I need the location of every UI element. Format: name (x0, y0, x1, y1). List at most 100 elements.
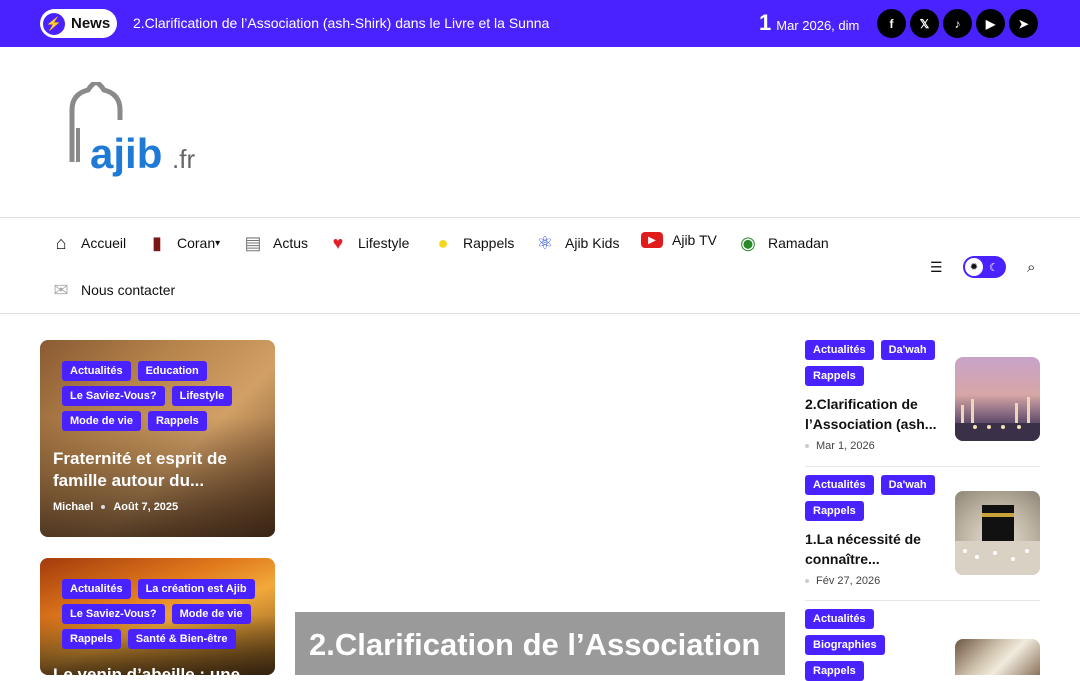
nav-label: Rappels (463, 235, 515, 251)
menu-icon[interactable]: ☰ (930, 260, 944, 274)
author-name[interactable]: Michael (53, 501, 93, 513)
article-title[interactable]: Le venin d’abeille : une... (53, 664, 263, 675)
dark-mode-toggle[interactable]: ✹ ☾ (963, 256, 1006, 278)
featured-article[interactable]: 2.Clarification de l’Association (295, 612, 785, 675)
chevron-down-icon: ▾ (215, 237, 221, 249)
home-icon: ⌂ (55, 232, 67, 253)
list-item[interactable]: Actualités Da'wah Rappels 2.Clarificatio… (805, 340, 1040, 452)
telegram-icon[interactable]: ➤ (1009, 9, 1038, 38)
date-day: 1 (759, 10, 772, 35)
site-logo[interactable]: ajib .fr (66, 79, 211, 182)
nav-label: Actus (273, 235, 309, 251)
nav-label: Ajib Kids (565, 235, 620, 251)
atom-icon: ⚛ (536, 232, 554, 253)
category-tag[interactable]: Mode de vie (171, 604, 251, 624)
book-icon: ▮ (152, 232, 162, 253)
list-item-title[interactable]: 1.La nécessité de connaître... (805, 529, 945, 569)
thumbnail-image[interactable] (955, 491, 1040, 575)
logo-text: ajib (90, 130, 162, 177)
thumbnail-image[interactable] (955, 639, 1040, 675)
category-tag[interactable]: Rappels (805, 366, 864, 386)
document-icon: ▤ (244, 232, 262, 253)
list-item-date: Fév 27, 2026 (805, 575, 1040, 587)
mosque-logo-icon: ajib .fr (69, 79, 195, 177)
article-date: Août 7, 2025 (113, 501, 179, 513)
category-tag[interactable]: Actualités (62, 361, 131, 381)
nav-item-lifestyle[interactable]: ♥ Lifestyle (327, 232, 410, 254)
current-date: 1 Mar 2026, dim (759, 10, 860, 35)
tag-list: Actualités Da'wah Rappels (805, 475, 945, 521)
category-tag[interactable]: Mode de vie (62, 411, 141, 431)
list-item-date: Mar 1, 2026 (805, 440, 1040, 452)
nav-label: Coran (177, 235, 216, 251)
nav-item-contact[interactable]: ✉ Nous contacter (50, 279, 175, 301)
article-card[interactable]: Actualités La création est Ajib Le Savie… (40, 558, 275, 675)
category-tag[interactable]: Rappels (62, 629, 121, 649)
nav-item-coran[interactable]: ▮ Coran ▾ (146, 232, 220, 254)
nav-label: Nous contacter (81, 282, 176, 298)
nav-item-accueil[interactable]: ⌂ Accueil (50, 232, 127, 254)
category-tag[interactable]: Actualités (805, 475, 874, 495)
search-icon[interactable]: ⌕ (1027, 259, 1035, 276)
tag-list: Actualités La création est Ajib Le Savie… (62, 579, 262, 649)
category-tag[interactable]: Rappels (805, 661, 864, 681)
nav-item-ramadan[interactable]: ◉ Ramadan (737, 232, 829, 254)
category-tag[interactable]: Lifestyle (171, 386, 233, 406)
nav-item-ajib-kids[interactable]: ⚛ Ajib Kids (534, 232, 620, 254)
article-meta: Michael Août 7, 2025 (53, 501, 178, 513)
list-item[interactable]: Actualités Da'wah Rappels 1.La nécessité… (805, 475, 1040, 587)
envelope-icon: ✉ (53, 279, 69, 300)
separator-dot (805, 444, 809, 448)
category-tag[interactable]: Actualités (62, 579, 131, 599)
date-rest: Mar 2026, dim (776, 18, 860, 33)
tag-list: Actualités Biographies Rappels (805, 609, 945, 681)
category-tag[interactable]: Biographies (805, 635, 885, 655)
facebook-icon[interactable]: f (877, 9, 906, 38)
category-tag[interactable]: Rappels (805, 501, 864, 521)
nav-item-rappels[interactable]: ● Rappels (432, 232, 515, 254)
kaaba-image (955, 505, 1040, 575)
nav-tools: ☰ ✹ ☾ ⌕ (930, 256, 1035, 278)
date-text: Mar 1, 2026 (816, 440, 875, 452)
divider (805, 600, 1040, 601)
moon-icon: ☾ (989, 261, 999, 274)
nav-label: Ramadan (768, 235, 829, 251)
featured-title[interactable]: 2.Clarification de l’Association (309, 627, 760, 663)
separator-dot (805, 579, 809, 583)
tag-list: Actualités Da'wah Rappels (805, 340, 945, 386)
category-tag[interactable]: Da'wah (880, 475, 935, 495)
tag-list: Actualités Education Le Saviez-Vous? Lif… (62, 361, 257, 431)
category-tag[interactable]: Actualités (805, 340, 874, 360)
nav-item-ajib-tv[interactable]: ▶ Ajib TV (641, 232, 717, 248)
category-tag[interactable]: La création est Ajib (137, 579, 255, 599)
nav-label: Lifestyle (358, 235, 410, 251)
article-card[interactable]: Actualités Education Le Saviez-Vous? Lif… (40, 340, 275, 537)
category-tag[interactable]: Education (137, 361, 207, 381)
news-badge: ⚡ News (40, 9, 117, 38)
tiktok-icon[interactable]: ♪ (943, 9, 972, 38)
category-tag[interactable]: Da'wah (880, 340, 935, 360)
category-tag[interactable]: Le Saviez-Vous? (62, 604, 165, 624)
nav-label: Ajib TV (672, 232, 717, 248)
category-tag[interactable]: Actualités (805, 609, 874, 629)
thumbnail-image[interactable] (955, 357, 1040, 441)
news-ticker[interactable]: 2.Clarification de l’Association (ash-Sh… (133, 15, 549, 31)
list-item-title[interactable]: 2.Clarification de l’Association (ash... (805, 394, 945, 434)
news-label: News (71, 15, 111, 32)
category-tag[interactable]: Le Saviez-Vous? (62, 386, 165, 406)
divider (805, 466, 1040, 467)
category-tag[interactable]: Santé & Bien-être (127, 629, 236, 649)
main-nav: ⌂ Accueil ▮ Coran ▾ ▤ Actus ♥ Lifestyle … (0, 218, 1080, 314)
tv-icon: ▶ (641, 232, 663, 248)
heart-icon: ♥ (332, 232, 344, 253)
list-item[interactable]: Actualités Biographies Rappels (805, 609, 1040, 681)
youtube-icon[interactable]: ▶ (976, 9, 1005, 38)
x-icon[interactable]: 𝕏 (910, 9, 939, 38)
social-links: f 𝕏 ♪ ▶ ➤ (877, 9, 1038, 38)
logo-suffix: .fr (172, 144, 195, 174)
separator-dot (101, 505, 106, 509)
mosque-skyline-image (955, 397, 1040, 441)
category-tag[interactable]: Rappels (147, 411, 207, 431)
article-title[interactable]: Fraternité et esprit de famille autour d… (53, 448, 253, 492)
nav-item-actus[interactable]: ▤ Actus (242, 232, 308, 254)
